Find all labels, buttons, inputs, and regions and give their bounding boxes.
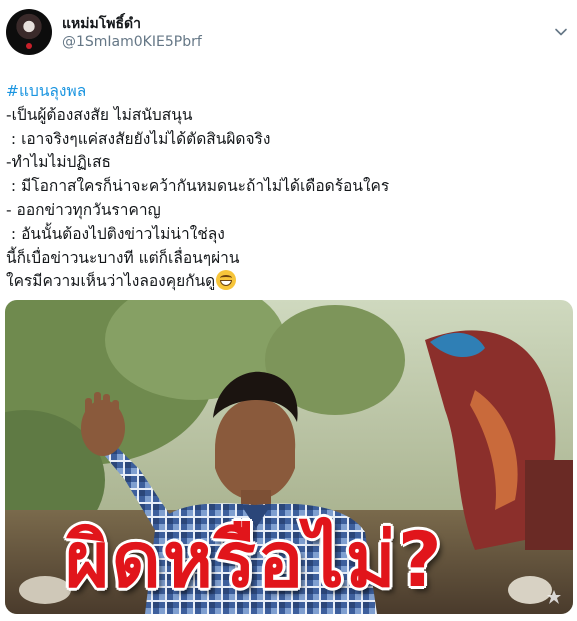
tweet-line: : มีโอกาสใครก็น่าจะคว้ากันหมดนะถ้าไม่ได้…: [6, 177, 390, 196]
tweet-line: -ทำไมไม่ปฏิเสธ: [6, 153, 112, 172]
tweet-line-text: ใครมีความเห็นว่าไงลองคุยกันดู: [6, 272, 216, 291]
tweet-line: : เอาจริงๆแค่สงสัยยังไม่ได้ตัดสินผิดจริง: [6, 129, 271, 148]
tweet-line: -เป็นผู้ต้องสงสัย ไม่สนับสนุน: [6, 105, 193, 124]
user-handle[interactable]: @1SmIam0KIE5Pbrf: [62, 34, 202, 50]
avatar-accent: [26, 43, 32, 49]
chevron-down-icon[interactable]: [554, 25, 568, 39]
tweet-line-last: ใครมีความเห็นว่าไงลองคุยกันดู: [6, 270, 571, 294]
watermark-icon: [547, 590, 561, 604]
tweet-text: #แบนลุงพล -เป็นผู้ต้องสงสัย ไม่สนับสนุน …: [6, 80, 571, 294]
hashtag-link[interactable]: #แบนลุงพล: [6, 82, 86, 100]
display-name[interactable]: แหม่มโพธิ์ดำ: [62, 13, 141, 35]
photo-overlay-text: ผิดหรือไม่?: [65, 515, 444, 604]
tweet-line: นี้ก็เบื่อข่าวนะบางที แต่ก็เลื่อนๆผ่าน: [6, 248, 240, 267]
profile-avatar[interactable]: [6, 9, 52, 55]
tweet-photo[interactable]: ผิดหรือไม่?: [5, 300, 573, 614]
tweet-line: : อันนั้นต้องไปติงข่าวไม่น่าใช่ลุง: [6, 224, 225, 243]
grinning-face-emoji: [216, 270, 237, 291]
tweet-line: - ออกข่าวทุกวันราคาญ: [6, 200, 161, 219]
tweet-header: แหม่มโพธิ์ดำ @1SmIam0KIE5Pbrf: [0, 0, 577, 75]
